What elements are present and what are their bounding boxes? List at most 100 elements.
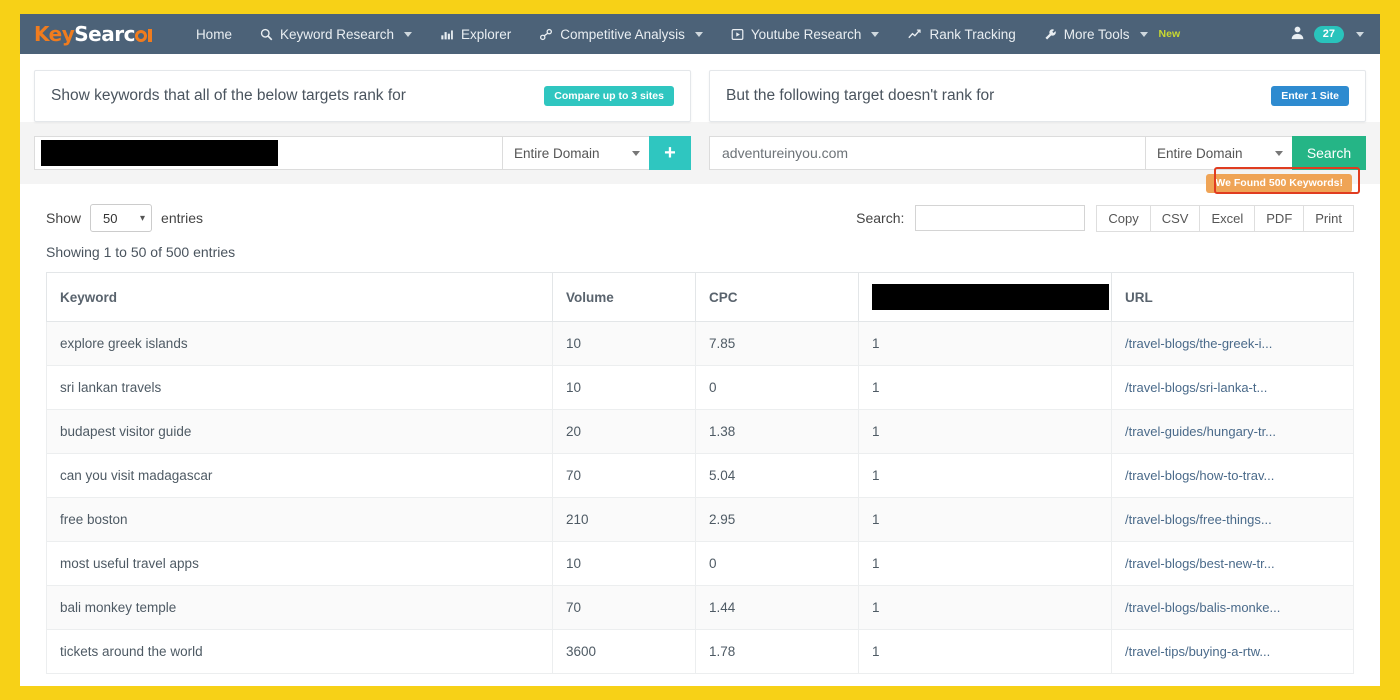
enter-site-badge[interactable]: Enter 1 Site [1271, 85, 1349, 107]
new-badge: New [1158, 28, 1181, 40]
line-chart-icon [907, 28, 922, 41]
column-header-keyword[interactable]: Keyword [46, 272, 553, 322]
redacted-header-box [872, 284, 1109, 310]
cell-cpc: 0 [695, 365, 859, 410]
page-size-value: 50 [103, 210, 118, 226]
table-controls-row: Show 50 ▾ entries Search: Copy CSV Excel… [46, 167, 1360, 238]
cell-keyword: budapest visitor guide [46, 409, 553, 454]
add-site-button[interactable]: + [649, 136, 691, 170]
nav-label-explorer: Explorer [461, 26, 512, 42]
export-buttons-group: Copy CSV Excel PDF Print [1096, 204, 1354, 232]
table-row: most useful travel apps 10 0 1/travel-blogs… [46, 541, 1354, 586]
nav-item-youtube-research[interactable]: Youtube Research [717, 14, 894, 54]
url-link[interactable]: /travel-blogs/sri-lanka-t... [1125, 380, 1267, 395]
cell-url: /travel-blogs/how-to-trav... [1111, 453, 1354, 498]
nav-label-competitive-analysis: Competitive Analysis [560, 26, 685, 42]
search-band: Entire Domain + adventureinyou.com Entir… [20, 122, 1380, 184]
cell-keyword: free boston [46, 497, 553, 542]
cell-cpc: 7.85 [695, 321, 859, 366]
include-site-input[interactable] [34, 136, 502, 170]
column-header-redacted[interactable] [858, 272, 1112, 322]
page-size-select[interactable]: 50 ▾ [90, 204, 153, 232]
excel-button[interactable]: Excel [1199, 204, 1255, 232]
nav-item-keyword-research[interactable]: Keyword Research [246, 14, 426, 54]
nav-label-rank-tracking: Rank Tracking [929, 26, 1016, 42]
print-button[interactable]: Print [1303, 204, 1354, 232]
logo-circle-icon [134, 30, 147, 42]
cell-redacted-metric: 1 [858, 541, 1112, 586]
url-link[interactable]: /travel-tips/buying-a-rtw... [1125, 644, 1270, 659]
pdf-button[interactable]: PDF [1254, 204, 1304, 232]
search-icon [260, 28, 273, 41]
table-search-input[interactable] [915, 205, 1086, 231]
cell-volume: 10 [552, 541, 696, 586]
cell-redacted-metric: 1 [858, 629, 1112, 674]
cell-keyword: most useful travel apps [46, 541, 553, 586]
cell-url: /travel-blogs/the-greek-i... [1111, 321, 1354, 366]
compare-sites-badge[interactable]: Compare up to 3 sites [544, 85, 674, 107]
cell-redacted-metric: 1 [858, 409, 1112, 454]
nav-label-youtube-research: Youtube Research [750, 26, 862, 42]
url-link[interactable]: /travel-guides/hungary-tr... [1125, 424, 1276, 439]
url-link[interactable]: /travel-blogs/the-greek-i... [1125, 336, 1272, 351]
cell-keyword: tickets around the world [46, 629, 553, 674]
include-scope-select[interactable]: Entire Domain [502, 136, 649, 170]
bar-chart-icon [440, 28, 454, 41]
cell-redacted-metric: 1 [858, 365, 1112, 410]
cell-redacted-metric: 1 [858, 321, 1112, 366]
cell-cpc: 0 [695, 541, 859, 586]
user-icon[interactable] [1290, 25, 1305, 43]
cell-keyword: can you visit madagascar [46, 453, 553, 498]
panel-exclude-title: But the following target doesn't rank fo… [726, 87, 995, 104]
cell-cpc: 1.44 [695, 585, 859, 630]
cell-cpc: 1.38 [695, 409, 859, 454]
chevron-down-icon: ▾ [140, 212, 146, 224]
nav-item-home[interactable]: Home [182, 14, 246, 54]
cell-url: /travel-tips/buying-a-rtw... [1111, 629, 1354, 674]
credit-count-badge[interactable]: 27 [1313, 25, 1344, 43]
table-row: bali monkey temple 70 1.44 1/travel-blogs/b… [46, 585, 1354, 630]
column-header-cpc[interactable]: CPC [695, 272, 859, 322]
account-chevron-down-icon[interactable] [1356, 31, 1364, 37]
nav-item-more-tools[interactable]: More Tools New [1030, 14, 1194, 54]
nav-item-explorer[interactable]: Explorer [426, 14, 525, 54]
cell-keyword: explore greek islands [46, 321, 553, 366]
nav-item-rank-tracking[interactable]: Rank Tracking [893, 14, 1029, 54]
table-row: free boston 210 2.95 1/travel-blogs/free-th… [46, 497, 1354, 542]
cell-volume: 3600 [552, 629, 696, 674]
exclude-site-input[interactable]: adventureinyou.com [709, 136, 1145, 170]
cell-volume: 210 [552, 497, 696, 542]
cell-keyword: bali monkey temple [46, 585, 553, 630]
cell-redacted-metric: 1 [858, 585, 1112, 630]
column-header-url[interactable]: URL [1111, 272, 1354, 322]
url-link[interactable]: /travel-blogs/how-to-trav... [1125, 468, 1274, 483]
table-row: explore greek islands 10 7.85 1/travel-blog… [46, 321, 1354, 366]
table-right-controls: Search: Copy CSV Excel PDF Print [856, 204, 1354, 232]
nav-label-home: Home [195, 26, 232, 42]
column-header-volume[interactable]: Volume [552, 272, 696, 322]
table-body: explore greek islands 10 7.85 1/travel-blog… [46, 321, 1354, 674]
logo-text-key: Key [34, 22, 75, 46]
url-link[interactable]: /travel-blogs/balis-monke... [1125, 600, 1280, 615]
logo-text-search: Searc [74, 22, 135, 46]
url-link[interactable]: /travel-blogs/best-new-tr... [1125, 556, 1275, 571]
copy-button[interactable]: Copy [1096, 204, 1150, 232]
exclude-scope-select[interactable]: Entire Domain [1145, 136, 1292, 170]
keysearch-logo[interactable]: KeySearc [34, 22, 152, 46]
cell-cpc: 2.95 [695, 497, 859, 542]
nav-item-competitive-analysis[interactable]: Competitive Analysis [525, 14, 717, 54]
url-link[interactable]: /travel-blogs/free-things... [1125, 512, 1272, 527]
navbar-account-area: 27 [1290, 25, 1374, 43]
chevron-down-icon [871, 31, 880, 37]
found-keywords-badge: We Found 500 Keywords! [1206, 174, 1352, 193]
exclude-scope-value: Entire Domain [1157, 145, 1243, 161]
panel-headers-row: Show keywords that all of the below targ… [20, 54, 1380, 122]
page-size-control: Show 50 ▾ entries [46, 204, 203, 232]
csv-button[interactable]: CSV [1149, 204, 1200, 232]
search-button[interactable]: Search [1292, 136, 1366, 170]
table-row: sri lankan travels 10 0 1/travel-blogs/sri-… [46, 365, 1354, 410]
table-row: can you visit madagascar 70 5.04 1/travel-b… [46, 453, 1354, 498]
cell-volume: 70 [552, 453, 696, 498]
cell-volume: 10 [552, 365, 696, 410]
app-window: KeySearc Home Keyword Research Explorer [20, 14, 1380, 686]
